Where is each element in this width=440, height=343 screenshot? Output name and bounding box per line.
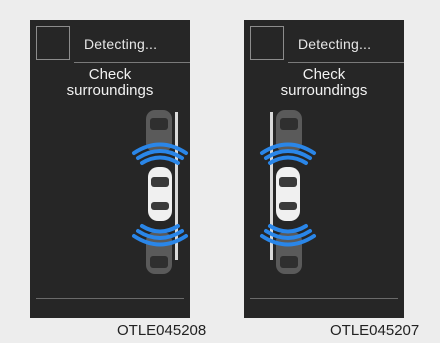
divider [36, 298, 184, 299]
parking-line [175, 112, 178, 260]
status-text: Detecting... [298, 36, 372, 52]
parking-scene [260, 110, 316, 274]
divider [250, 298, 398, 299]
divider [74, 62, 190, 63]
message-line-1: Check [302, 66, 346, 83]
cluster-display-right: Detecting... Check surroundings [244, 20, 404, 318]
figure-code: OTLE045208 [117, 322, 207, 339]
figure-code: OTLE045207 [330, 322, 420, 339]
warning-icon-placeholder [250, 26, 284, 60]
cluster-display-left: Detecting... Check surroundings [30, 20, 190, 318]
message-line-2: surroundings [66, 82, 154, 99]
message-line-2: surroundings [280, 82, 368, 99]
own-car-icon [148, 167, 172, 221]
message-line-1: Check [88, 66, 132, 83]
warning-message: Check surroundings [244, 67, 404, 99]
parking-scene [132, 110, 188, 274]
divider [288, 62, 404, 63]
own-car-icon [276, 167, 300, 221]
warning-icon-placeholder [36, 26, 70, 60]
warning-message: Check surroundings [30, 67, 190, 99]
status-text: Detecting... [84, 36, 158, 52]
parking-line [270, 112, 273, 260]
